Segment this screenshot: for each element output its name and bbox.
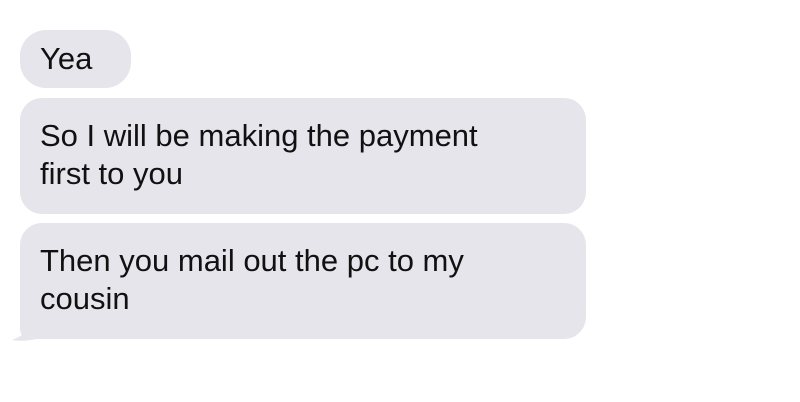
message-text-line: cousin bbox=[40, 281, 130, 316]
message-text-line: first to you bbox=[40, 156, 183, 191]
message-text-line: So I will be making the payment bbox=[40, 118, 478, 153]
incoming-message-bubble[interactable]: Yea bbox=[20, 30, 131, 88]
incoming-message-bubble[interactable]: Then you mail out the pc to my cousin bbox=[20, 223, 586, 339]
message-text-line: Yea bbox=[40, 41, 93, 76]
message-text-line: Then you mail out the pc to my bbox=[40, 243, 464, 278]
message-thread: Yea So I will be making the payment firs… bbox=[0, 0, 800, 402]
incoming-message-bubble[interactable]: So I will be making the payment first to… bbox=[20, 98, 586, 214]
